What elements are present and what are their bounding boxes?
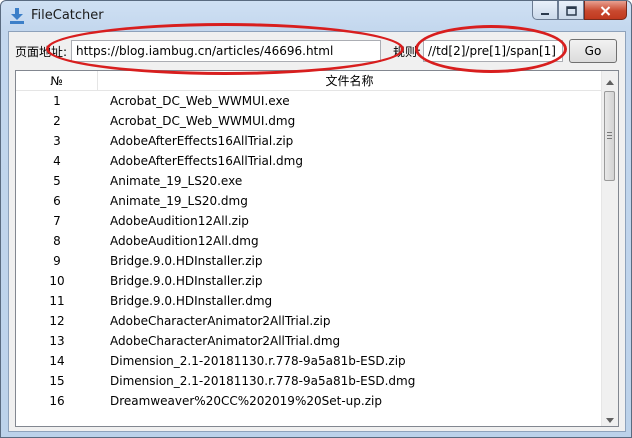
row-number: 7 bbox=[53, 214, 61, 228]
scroll-up-button[interactable] bbox=[602, 71, 618, 88]
file-name: AdobeAfterEffects16AllTrial.dmg bbox=[110, 154, 303, 168]
file-name: Dimension_2.1-20181130.r.778-9a5a81b-ESD… bbox=[110, 374, 416, 388]
download-icon bbox=[9, 7, 25, 25]
table-row[interactable]: 16 Dreamweaver%20CC%202019%20Set-up.zip bbox=[16, 391, 601, 411]
file-name: AdobeAudition12All.dmg bbox=[110, 234, 259, 248]
table-row[interactable]: 14 Dimension_2.1-20181130.r.778-9a5a81b-E… bbox=[16, 351, 601, 371]
table-row[interactable]: 12 AdobeCharacterAnimator2AllTrial.zip bbox=[16, 311, 601, 331]
row-number: 11 bbox=[49, 294, 65, 308]
minimize-icon bbox=[540, 1, 550, 20]
file-name: Acrobat_DC_Web_WWMUI.dmg bbox=[110, 114, 296, 128]
maximize-button[interactable] bbox=[558, 1, 584, 20]
scroll-up-icon bbox=[606, 71, 614, 89]
row-number: 6 bbox=[53, 194, 61, 208]
scroll-thumb[interactable] bbox=[604, 91, 615, 181]
file-list[interactable]: № 文件名称 1 Acrobat_DC_Web_WWMUI.exe 2 Acrobat… bbox=[15, 70, 619, 427]
file-name: AdobeAfterEffects16AllTrial.zip bbox=[110, 134, 294, 148]
column-header-number[interactable]: № bbox=[16, 71, 98, 90]
row-number: 13 bbox=[49, 334, 65, 348]
client-area: 页面地址: https://blog.iambug.cn/articles/46… bbox=[8, 31, 626, 432]
close-icon bbox=[600, 1, 611, 20]
row-number: 10 bbox=[49, 274, 65, 288]
rule-input[interactable]: //td[2]/pre[1]/span[1] bbox=[423, 40, 563, 62]
table-row[interactable]: 3 AdobeAfterEffects16AllTrial.zip bbox=[16, 131, 601, 151]
file-name: Animate_19_LS20.exe bbox=[110, 174, 243, 188]
column-header-filename[interactable]: 文件名称 bbox=[98, 71, 601, 90]
table-row[interactable]: 11 Bridge.9.0.HDInstaller.dmg bbox=[16, 291, 601, 311]
list-header: № 文件名称 bbox=[16, 71, 601, 91]
file-name: Acrobat_DC_Web_WWMUI.exe bbox=[110, 94, 290, 108]
scroll-down-button[interactable] bbox=[602, 409, 618, 426]
table-row[interactable]: 4 AdobeAfterEffects16AllTrial.dmg bbox=[16, 151, 601, 171]
file-name: Dimension_2.1-20181130.r.778-9a5a81b-ESD… bbox=[110, 354, 406, 368]
close-button[interactable] bbox=[584, 1, 627, 20]
table-row[interactable]: 6 Animate_19_LS20.dmg bbox=[16, 191, 601, 211]
maximize-icon bbox=[565, 1, 577, 20]
row-number: 9 bbox=[53, 254, 61, 268]
file-name: AdobeCharacterAnimator2AllTrial.dmg bbox=[110, 334, 341, 348]
table-row[interactable]: 13 AdobeCharacterAnimator2AllTrial.dmg bbox=[16, 331, 601, 351]
file-name: Bridge.9.0.HDInstaller.zip bbox=[110, 274, 263, 288]
table-row[interactable]: 1 Acrobat_DC_Web_WWMUI.exe bbox=[16, 91, 601, 111]
row-number: 12 bbox=[49, 314, 65, 328]
row-number: 15 bbox=[49, 374, 65, 388]
row-number: 14 bbox=[49, 354, 65, 368]
list-rows: 1 Acrobat_DC_Web_WWMUI.exe 2 Acrobat_DC_Web… bbox=[16, 91, 601, 411]
window-title: FileCatcher bbox=[31, 8, 104, 23]
url-input[interactable]: https://blog.iambug.cn/articles/46696.ht… bbox=[71, 40, 381, 62]
file-name: AdobeCharacterAnimator2AllTrial.zip bbox=[110, 314, 331, 328]
title-bar[interactable]: FileCatcher bbox=[1, 1, 631, 31]
table-row[interactable]: 9 Bridge.9.0.HDInstaller.zip bbox=[16, 251, 601, 271]
table-row[interactable]: 15 Dimension_2.1-20181130.r.778-9a5a81b-E… bbox=[16, 371, 601, 391]
row-number: 3 bbox=[53, 134, 61, 148]
rule-label: 规则: bbox=[393, 45, 422, 59]
table-row[interactable]: 7 AdobeAudition12All.zip bbox=[16, 211, 601, 231]
row-number: 2 bbox=[53, 114, 61, 128]
table-row[interactable]: 10 Bridge.9.0.HDInstaller.zip bbox=[16, 271, 601, 291]
url-label: 页面地址: bbox=[15, 45, 68, 59]
file-name: Bridge.9.0.HDInstaller.dmg bbox=[110, 294, 273, 308]
file-name: Bridge.9.0.HDInstaller.zip bbox=[110, 254, 263, 268]
caption-buttons bbox=[532, 1, 627, 21]
row-number: 4 bbox=[53, 154, 61, 168]
table-row[interactable]: 2 Acrobat_DC_Web_WWMUI.dmg bbox=[16, 111, 601, 131]
minimize-button[interactable] bbox=[532, 1, 558, 20]
app-window: FileCatcher 页面地址: https://blog.iambug.cn… bbox=[0, 0, 632, 438]
file-name: Dreamweaver%20CC%202019%20Set-up.zip bbox=[110, 394, 382, 408]
go-button[interactable]: Go bbox=[569, 39, 617, 63]
row-number: 8 bbox=[53, 234, 61, 248]
file-name: Animate_19_LS20.dmg bbox=[110, 194, 248, 208]
row-number: 16 bbox=[49, 394, 65, 408]
file-name: AdobeAudition12All.zip bbox=[110, 214, 249, 228]
scroll-down-icon bbox=[606, 408, 614, 426]
vertical-scrollbar[interactable] bbox=[601, 71, 618, 426]
row-number: 5 bbox=[53, 174, 61, 188]
row-number: 1 bbox=[53, 94, 61, 108]
table-row[interactable]: 8 AdobeAudition12All.dmg bbox=[16, 231, 601, 251]
table-row[interactable]: 5 Animate_19_LS20.exe bbox=[16, 171, 601, 191]
